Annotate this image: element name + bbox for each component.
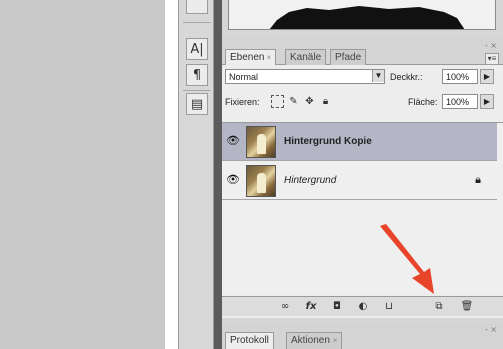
layer-row-hintergrund[interactable]: 👁︎ Hintergrund 🔒︎ [222, 162, 497, 200]
tool-separator [183, 22, 211, 23]
tab-aktionen[interactable]: Aktionen × [286, 332, 343, 349]
annotation-arrow [380, 224, 434, 294]
panel-corner-controls[interactable]: - × [485, 325, 497, 334]
fill-slider-button[interactable]: ▶ [480, 94, 494, 109]
panel-column: - × Ebenen × Kanäle Pfade ▾≡ Normal ▼ Dec… [222, 0, 503, 349]
lock-fill-row: Fixieren: ✎ ✥ 🔒︎ Fläche: 100% ▶ [225, 94, 500, 110]
opacity-slider-button[interactable]: ▶ [480, 69, 494, 84]
tab-label: Kanäle [290, 52, 322, 63]
tool-strip: A| ¶ ▤ [178, 0, 214, 349]
lock-transparency-icon[interactable] [271, 95, 284, 108]
tab-label: Protokoll [230, 335, 269, 346]
tool-separator [183, 90, 211, 91]
history-panel: - × Protokoll Aktionen × [222, 324, 503, 349]
blend-mode-value: Normal [229, 72, 259, 82]
layer-name: Hintergrund [284, 175, 337, 186]
tool-button-top[interactable] [186, 0, 208, 14]
chevron-down-icon[interactable]: ▼ [372, 70, 384, 82]
lock-label: Fixieren: [225, 97, 260, 107]
tab-close-icon[interactable]: × [266, 53, 271, 62]
histogram-preview [228, 0, 496, 30]
blend-opacity-row: Normal ▼ Deckkr.: 100% ▶ [225, 69, 500, 85]
panel-menu-icon[interactable]: ▾≡ [485, 53, 499, 65]
tab-pfade[interactable]: Pfade [330, 49, 367, 65]
panel-gutter [214, 0, 222, 349]
layers-tabbar: Ebenen × Kanäle Pfade [222, 49, 503, 66]
notes-icon[interactable]: ▤ [186, 93, 208, 115]
visibility-eye-icon[interactable]: 👁︎ [226, 173, 240, 187]
layers-footer: ∞ fx ◘ ◐ ⊔ ⧉ 🗑︎ [222, 296, 503, 316]
lock-pixels-icon[interactable]: ✎ [287, 95, 300, 108]
fill-input[interactable]: 100% [442, 94, 478, 109]
layer-thumbnail [246, 126, 276, 158]
tab-label: Aktionen [291, 335, 330, 346]
tab-ebenen[interactable]: Ebenen × [225, 49, 277, 66]
new-layer-icon[interactable]: ⧉ [432, 300, 446, 314]
blend-mode-select[interactable]: Normal [225, 69, 385, 84]
layer-name: Hintergrund Kopie [284, 136, 372, 147]
lock-position-icon[interactable]: ✥ [303, 95, 316, 108]
layers-panel: - × Ebenen × Kanäle Pfade ▾≡ Normal ▼ Dec… [222, 38, 503, 318]
histogram-graph [269, 6, 465, 29]
tab-close-icon[interactable]: × [333, 336, 338, 345]
visibility-eye-icon[interactable]: 👁︎ [226, 134, 240, 148]
fx-icon[interactable]: fx [304, 300, 318, 314]
lock-all-icon[interactable]: 🔒︎ [319, 95, 332, 108]
type-icon[interactable]: A| [186, 38, 208, 60]
layer-lock-icon: 🔒︎ [475, 173, 481, 186]
layer-thumbnail [246, 165, 276, 197]
layer-row-hintergrund-kopie[interactable]: 👁︎ Hintergrund Kopie [222, 123, 497, 161]
tab-label: Ebenen [230, 52, 265, 63]
tab-kanaele[interactable]: Kanäle [285, 49, 327, 65]
tab-label: Pfade [335, 52, 362, 63]
fill-label: Fläche: [408, 97, 438, 107]
layers-list: 👁︎ Hintergrund Kopie 👁︎ Hintergrund 🔒︎ [222, 122, 503, 292]
opacity-label: Deckkr.: [390, 72, 423, 82]
paragraph-icon[interactable]: ¶ [186, 64, 208, 86]
new-group-icon[interactable]: ⊔ [382, 300, 396, 314]
tab-protokoll[interactable]: Protokoll [225, 332, 274, 349]
opacity-input[interactable]: 100% [442, 69, 478, 84]
canvas-area [0, 0, 165, 349]
adjustment-layer-icon[interactable]: ◐ [356, 300, 370, 314]
delete-layer-icon[interactable]: 🗑︎ [460, 300, 474, 314]
link-layers-icon[interactable]: ∞ [278, 300, 292, 314]
add-mask-icon[interactable]: ◘ [330, 300, 344, 314]
